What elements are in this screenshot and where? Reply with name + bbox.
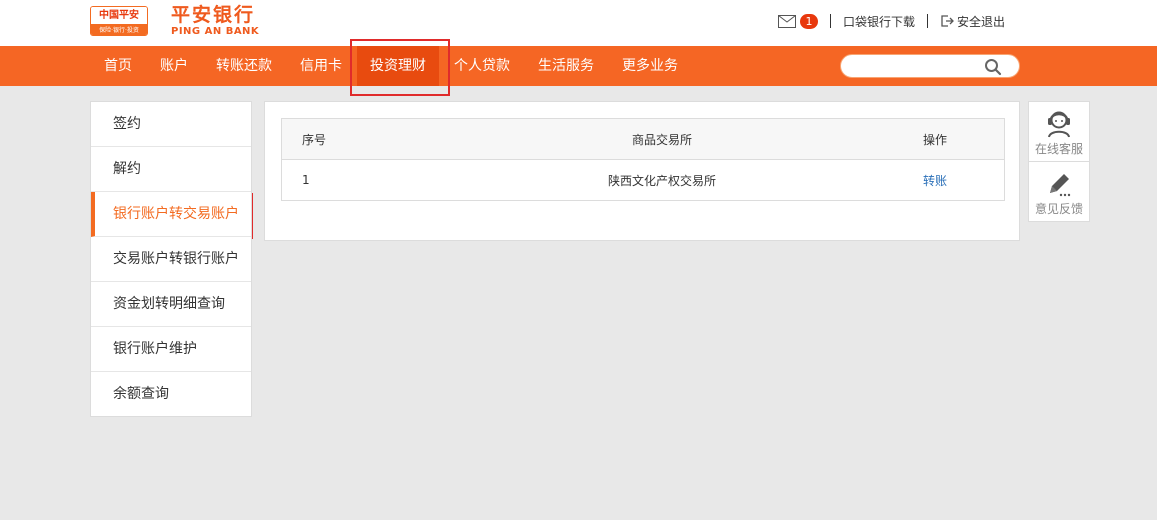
- brand-name-en: PING AN BANK: [171, 26, 260, 37]
- feedback-label: 意见反馈: [1034, 202, 1083, 216]
- search-box: [840, 54, 1020, 78]
- main-panel: 序号 商品交易所 操作 1 陕西文化产权交易所 转账: [264, 101, 1020, 241]
- logout-label: 安全退出: [957, 14, 1006, 29]
- nav-item-life-services[interactable]: 生活服务: [538, 46, 594, 86]
- sidebar-item-sign[interactable]: 签约: [91, 102, 251, 147]
- nav-item-investment[interactable]: 投资理财: [357, 46, 439, 86]
- sidebar-item-unsign[interactable]: 解约: [91, 147, 251, 192]
- column-header-action: 操作: [922, 132, 947, 147]
- sidebar-item-bank-to-exchange[interactable]: 银行账户转交易账户: [91, 192, 251, 237]
- pingan-group-logo[interactable]: 中国平安 保险·银行·投资: [90, 6, 148, 36]
- nav-item-transfer[interactable]: 转账还款: [216, 46, 272, 86]
- sidebar-item-balance-query[interactable]: 余额查询: [91, 372, 251, 417]
- table-header: 序号 商品交易所 操作: [282, 119, 1004, 160]
- top-header: 中国平安 保险·银行·投资 平安银行 PING AN BANK 1 口袋银行下载…: [0, 0, 1157, 46]
- logout-icon: [941, 15, 954, 27]
- sidebar-item-transfer-details[interactable]: 资金划转明细查询: [91, 282, 251, 327]
- row-exchange-name: 陕西文化产权交易所: [607, 173, 716, 188]
- app-download-link[interactable]: 口袋银行下载: [843, 13, 915, 30]
- logo-line2: 保险·银行·投资: [91, 24, 147, 35]
- main-nav: 首页 账户 转账还款 信用卡 投资理财 个人贷款 生活服务 更多业务: [0, 46, 1157, 86]
- top-right-links: 1 口袋银行下载 安全退出: [778, 12, 1005, 30]
- table-row: 1 陕西文化产权交易所 转账: [282, 160, 1004, 200]
- column-header-index: 序号: [302, 132, 327, 147]
- nav-item-personal-loan[interactable]: 个人贷款: [454, 46, 510, 86]
- nav-item-account[interactable]: 账户: [160, 46, 188, 86]
- nav-item-home[interactable]: 首页: [104, 46, 132, 86]
- bank-brand[interactable]: 平安银行 PING AN BANK: [171, 4, 259, 38]
- row-index: 1: [302, 173, 310, 187]
- divider: [830, 14, 831, 28]
- mail-count-badge[interactable]: 1: [800, 13, 818, 29]
- search-icon[interactable]: [984, 58, 1002, 76]
- nav-item-more[interactable]: 更多业务: [622, 46, 678, 86]
- exchange-table: 序号 商品交易所 操作 1 陕西文化产权交易所 转账: [281, 118, 1005, 201]
- search-input[interactable]: [851, 58, 981, 75]
- transfer-link[interactable]: 转账: [902, 160, 968, 200]
- logout-link[interactable]: 安全退出: [940, 13, 1005, 30]
- brand-name-cn: 平安银行: [171, 4, 256, 26]
- online-service-button[interactable]: 在线客服: [1029, 102, 1089, 162]
- customer-service-icon: [1048, 111, 1070, 138]
- sidebar-item-bank-account-maintenance[interactable]: 银行账户维护: [91, 327, 251, 372]
- feedback-button[interactable]: 意见反馈: [1029, 162, 1089, 222]
- online-service-label: 在线客服: [1034, 142, 1083, 156]
- mail-icon[interactable]: [778, 14, 796, 28]
- pencil-icon: [1050, 174, 1071, 197]
- logo-line1: 中国平安: [91, 7, 147, 24]
- sidebar-item-exchange-to-bank[interactable]: 交易账户转银行账户: [91, 237, 251, 282]
- nav-item-credit-card[interactable]: 信用卡: [300, 46, 342, 86]
- sidebar-menu: 签约 解约 银行账户转交易账户 交易账户转银行账户 资金划转明细查询 银行账户维…: [90, 101, 252, 417]
- float-service-panel: 在线客服 意见反馈: [1028, 101, 1090, 222]
- divider: [927, 14, 929, 28]
- column-header-exchange: 商品交易所: [631, 132, 692, 147]
